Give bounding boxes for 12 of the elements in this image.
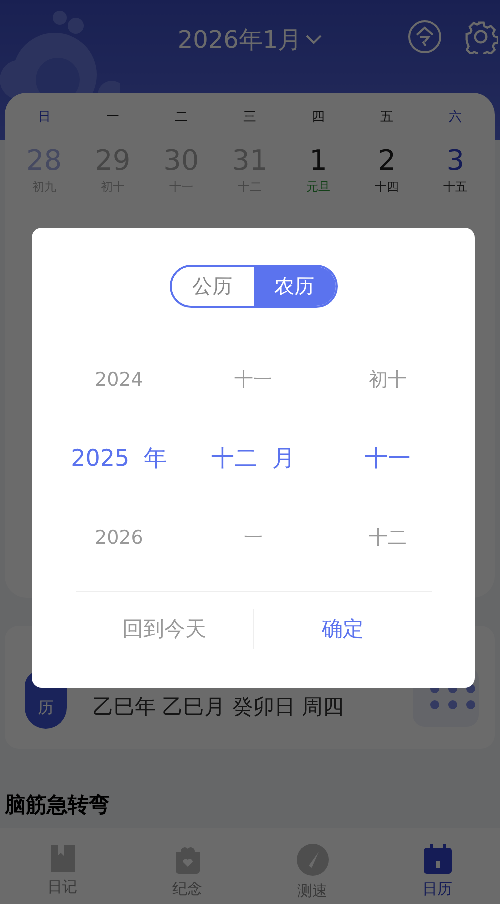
weekday-label: 一 [105, 109, 120, 127]
ganzhi-date: 乙巳年 乙巳月 癸卯日 周四 [93, 694, 346, 721]
lunar-date: 元旦 [306, 179, 331, 196]
weekday-label: 五 [380, 109, 395, 127]
weekday-label: 六 [448, 109, 464, 127]
weekday-label: 三 [242, 109, 258, 127]
weekday-label: 日 [36, 109, 52, 127]
lunar-date: 十五 [444, 179, 468, 196]
lunar-date: 十四 [375, 179, 400, 196]
section-title: 脑筋急转弯 [5, 792, 111, 819]
weekday-label: 四 [311, 109, 326, 127]
weekday-label: 二 [174, 109, 189, 127]
